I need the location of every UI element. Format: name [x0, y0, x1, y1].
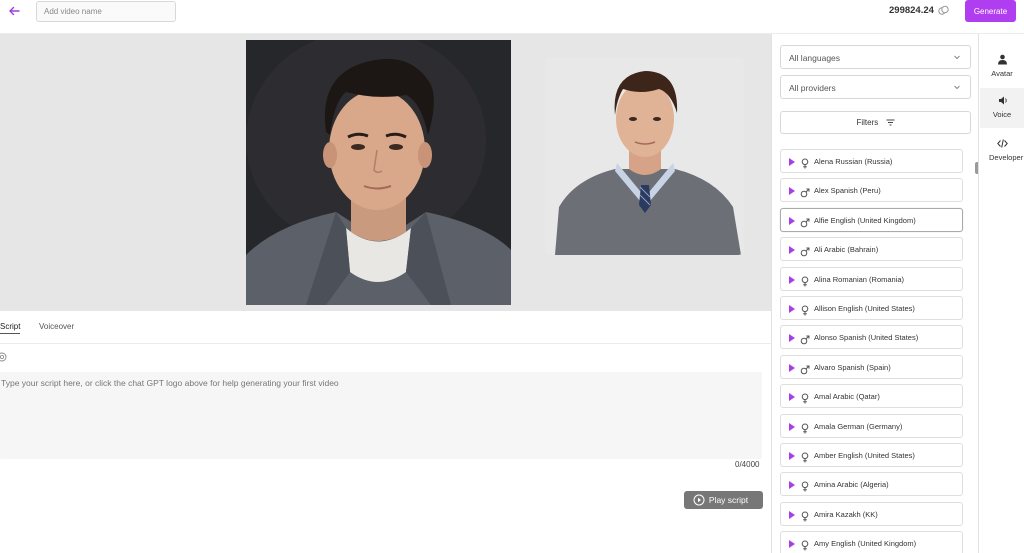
female-icon: [800, 156, 810, 169]
side-tab-voice[interactable]: Voice: [980, 88, 1024, 128]
voice-name: Amala German (Germany): [814, 421, 903, 431]
voice-row[interactable]: Ali Arabic (Bahrain): [780, 237, 963, 262]
language-select[interactable]: All languages: [780, 45, 971, 69]
voice-panel: All languages All providers Filters Alen…: [771, 34, 979, 553]
female-icon: [800, 421, 810, 434]
female-icon: [800, 303, 810, 316]
voice-row[interactable]: Amber English (United States): [780, 443, 963, 467]
play-circle-icon: [693, 494, 705, 506]
female-icon: [800, 391, 810, 404]
voice-name: Alina Romanian (Romania): [814, 274, 905, 284]
voice-name: Alvaro Spanish (Spain): [814, 362, 891, 372]
female-icon: [800, 509, 810, 522]
play-icon[interactable]: [789, 393, 795, 402]
voice-list-scrollbar[interactable]: [975, 162, 978, 174]
voice-row[interactable]: Alfie English (United Kingdom): [780, 207, 963, 232]
play-script-button[interactable]: Play script: [684, 491, 763, 509]
avatar-secondary-image[interactable]: [545, 57, 744, 255]
voice-row[interactable]: Amala German (Germany): [780, 413, 963, 438]
male-icon: [800, 185, 810, 198]
female-icon: [800, 274, 810, 287]
side-tab-developer[interactable]: Developer: [980, 131, 1024, 171]
side-tab-avatar-label: Avatar: [991, 69, 1013, 78]
female-icon: [800, 479, 810, 492]
chevron-down-icon: [954, 55, 960, 60]
voice-name: Amy English (United Kingdom): [814, 539, 917, 549]
male-icon: [800, 332, 810, 345]
play-icon[interactable]: [789, 246, 795, 255]
play-script-label: Play script: [708, 495, 749, 505]
play-icon[interactable]: [789, 481, 795, 490]
provider-select-value: All providers: [789, 83, 836, 93]
avatar-main-image[interactable]: [246, 40, 511, 305]
chatgpt-logo-icon[interactable]: [0, 352, 7, 362]
play-icon[interactable]: [789, 510, 795, 519]
back-arrow-icon[interactable]: [6, 4, 22, 20]
script-textarea[interactable]: [0, 372, 762, 459]
side-tab-avatar[interactable]: Avatar: [980, 47, 1024, 87]
top-bar: 299824.24 Generate: [0, 0, 1024, 34]
voice-row[interactable]: Amy English (United Kingdom): [780, 531, 963, 553]
video-preview-canvas: [0, 34, 771, 311]
voice-name: Allison English (United States): [814, 304, 915, 313]
side-tab-voice-label: Voice: [992, 110, 1012, 119]
voice-row[interactable]: Alina Romanian (Romania): [780, 266, 963, 291]
credits-balance: 299824.24: [889, 5, 934, 16]
play-icon[interactable]: [789, 216, 795, 225]
voice-name: Amal Arabic (Qatar): [814, 392, 880, 402]
character-counter: 0/4000: [735, 460, 760, 469]
voice-row[interactable]: Alvaro Spanish (Spain): [780, 354, 963, 379]
editor-tabs: Script Voiceover: [0, 320, 771, 344]
voice-row[interactable]: Alena Russian (Russia): [780, 149, 963, 173]
provider-select[interactable]: All providers: [780, 75, 971, 99]
tab-voiceover[interactable]: Voiceover: [39, 322, 74, 331]
side-tabs: Avatar Voice Developer: [980, 34, 1024, 553]
voice-name: Amina Arabic (Algeria): [814, 480, 889, 490]
play-icon[interactable]: [789, 158, 795, 166]
female-icon: [800, 450, 810, 463]
play-icon[interactable]: [789, 540, 795, 549]
voice-name: Ali Arabic (Bahrain): [814, 245, 879, 255]
voice-name: Amira Kazakh (KK): [814, 509, 878, 519]
side-tab-developer-label: Developer: [989, 153, 1024, 162]
language-select-value: All languages: [789, 53, 841, 63]
male-icon: [800, 215, 810, 228]
play-icon[interactable]: [789, 305, 795, 313]
filters-label: Filters: [856, 118, 879, 127]
voice-name: Alfie English (United Kingdom): [814, 215, 916, 225]
play-icon[interactable]: [789, 363, 795, 372]
filter-icon: [886, 119, 894, 126]
voice-name: Alonso Spanish (United States): [814, 333, 919, 343]
voice-name: Alex Spanish (Peru): [814, 186, 881, 196]
chevron-down-icon: [954, 85, 960, 90]
voice-row[interactable]: Amira Kazakh (KK): [780, 501, 963, 526]
male-icon: [800, 244, 810, 257]
play-icon[interactable]: [789, 187, 795, 196]
voice-row[interactable]: Alonso Spanish (United States): [780, 325, 963, 350]
coins-icon: [938, 5, 949, 15]
male-icon: [800, 362, 810, 375]
play-icon[interactable]: [789, 334, 795, 343]
play-icon[interactable]: [789, 452, 795, 460]
voice-row[interactable]: Allison English (United States): [780, 296, 963, 320]
voice-name: Amber English (United States): [814, 451, 915, 460]
female-icon: [800, 538, 810, 551]
code-icon: [997, 139, 1008, 148]
voice-icon: [999, 96, 1007, 105]
voice-name: Alena Russian (Russia): [814, 157, 893, 166]
tab-script[interactable]: Script: [0, 322, 21, 334]
voice-row[interactable]: Alex Spanish (Peru): [780, 178, 963, 203]
person-icon: [998, 54, 1007, 65]
filters-button[interactable]: Filters: [780, 111, 971, 134]
generate-button[interactable]: Generate: [965, 0, 1016, 22]
play-icon[interactable]: [789, 275, 795, 284]
voice-row[interactable]: Amina Arabic (Algeria): [780, 472, 963, 497]
video-name-input[interactable]: [36, 1, 176, 22]
play-icon[interactable]: [789, 422, 795, 431]
voice-row[interactable]: Amal Arabic (Qatar): [780, 384, 963, 409]
